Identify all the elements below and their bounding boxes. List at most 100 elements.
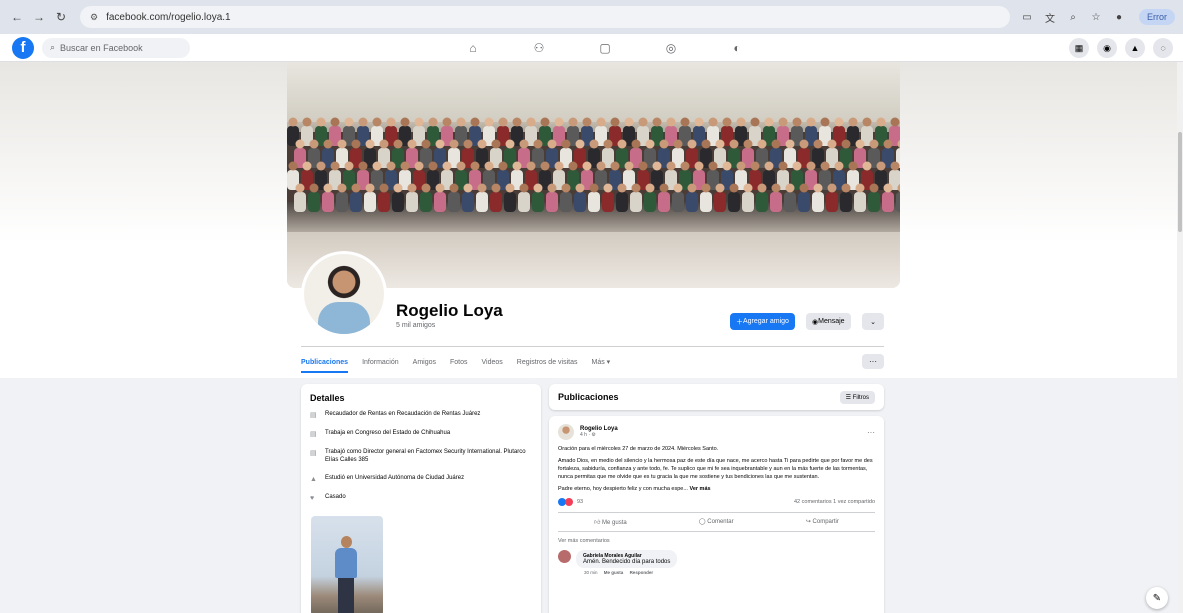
menu-grid-icon[interactable]: ▦ bbox=[1069, 38, 1089, 58]
groups-icon[interactable]: ◎ bbox=[638, 41, 704, 55]
tab-publicaciones[interactable]: Publicaciones bbox=[301, 359, 349, 373]
post-options-icon[interactable]: ··· bbox=[867, 428, 875, 437]
profile-icon[interactable]: ● bbox=[1112, 10, 1126, 24]
detail-item: ▤ Trabajó como Director general en Facto… bbox=[310, 449, 532, 465]
reactions-bar: 93 42 comentarios 1 vez compartido bbox=[558, 497, 875, 506]
post-paragraph: Amado Dios, en medio del silencio y la h… bbox=[558, 457, 873, 480]
comment-like-button[interactable]: Me gusta bbox=[604, 570, 624, 575]
zoom-icon[interactable]: ⌕ bbox=[1066, 10, 1080, 24]
detail-item: ▲ Estudió en Universidad Autónoma de Ciu… bbox=[310, 475, 532, 484]
post-card: Rogelio Loya 4 h · ⚙ ··· Oración para el… bbox=[549, 416, 884, 613]
address-bar[interactable]: ⚙ facebook.com/rogelio.loya.1 bbox=[80, 6, 1010, 28]
detail-text: Estudió en Universidad Autónoma de Ciuda… bbox=[325, 474, 465, 481]
friends-icon[interactable]: ⚇ bbox=[506, 41, 572, 55]
detail-text: Trabaja en Congreso del Estado de Chihua… bbox=[325, 430, 451, 437]
tab-fotos[interactable]: Fotos bbox=[450, 359, 468, 366]
scrollbar[interactable] bbox=[1177, 62, 1183, 613]
tab-informacion[interactable]: Información bbox=[362, 359, 399, 366]
share-button[interactable]: ↪ Compartir bbox=[806, 518, 839, 526]
details-card: Detalles ▤ Recaudador de Rentas en Recau… bbox=[301, 384, 541, 613]
post-actions: 👍︎ Me gusta ◯ Comentar ↪ Compartir bbox=[558, 511, 875, 532]
comment-time: 30 min bbox=[584, 569, 598, 575]
posts-title: Publicaciones bbox=[558, 392, 619, 402]
cover-photo[interactable] bbox=[287, 62, 900, 288]
tabs-more-button[interactable]: ··· bbox=[862, 354, 884, 369]
filter-icon: ☰ bbox=[845, 394, 853, 401]
filters-label: Filtros bbox=[852, 394, 869, 401]
tab-amigos[interactable]: Amigos bbox=[413, 359, 436, 366]
messenger-icon[interactable]: ◉ bbox=[1097, 38, 1117, 58]
tab-videos[interactable]: Videos bbox=[482, 359, 503, 366]
error-button[interactable]: Error bbox=[1139, 9, 1175, 25]
add-friend-button[interactable]: ＋ Agregar amigo bbox=[730, 313, 795, 330]
browser-toolbar: ← → ↻ ⚙ facebook.com/rogelio.loya.1 ▭ 文 … bbox=[0, 0, 1183, 34]
comment-button[interactable]: ◯ Comentar bbox=[699, 518, 734, 526]
detail-text: Recaudador de Rentas en Recaudación de R… bbox=[325, 411, 481, 417]
like-button[interactable]: 👍︎ Me gusta bbox=[594, 518, 627, 526]
home-icon[interactable]: ⌂ bbox=[440, 41, 506, 55]
detail-text: Casado bbox=[325, 493, 346, 500]
post-author-avatar[interactable] bbox=[558, 424, 574, 440]
tab-mas[interactable]: Más ▾ bbox=[592, 358, 611, 366]
account-avatar[interactable]: ◌ bbox=[1153, 38, 1173, 58]
new-message-button[interactable]: ✎ bbox=[1146, 587, 1168, 609]
notifications-icon[interactable]: ▲ bbox=[1125, 38, 1145, 58]
edit-icon: ✎ bbox=[1152, 592, 1162, 604]
love-reaction-icon bbox=[565, 497, 573, 506]
filters-button[interactable]: ☰ Filtros bbox=[839, 390, 875, 404]
message-label: Mensaje bbox=[818, 318, 845, 325]
share-icon: ↪ bbox=[805, 518, 813, 525]
detail-item: ▤ Trabaja en Congreso del Estado de Chih… bbox=[310, 430, 532, 439]
post-paragraph: Oración para el miércoles 27 de marzo de… bbox=[558, 446, 719, 452]
post-text: Oración para el miércoles 27 de marzo de… bbox=[558, 446, 875, 494]
comment: Gabriela Morales Aguilar Amén. Bendecido… bbox=[558, 549, 875, 575]
detail-item: ♥ Casado bbox=[310, 494, 532, 503]
bookmark-star-icon[interactable]: ☆ bbox=[1089, 10, 1103, 24]
chevron-down-icon: ⌄ bbox=[870, 318, 876, 326]
comment-reply-button[interactable]: Responder bbox=[630, 570, 654, 575]
see-more-link[interactable]: Ver más bbox=[689, 486, 710, 492]
add-friend-icon: ＋ bbox=[736, 318, 743, 326]
site-settings-icon[interactable]: ⚙ bbox=[90, 12, 98, 23]
cast-icon[interactable]: ▭ bbox=[1020, 10, 1034, 24]
profile-more-button[interactable]: ⌄ bbox=[862, 313, 884, 330]
briefcase-icon: ▤ bbox=[310, 450, 317, 458]
profile-name: Rogelio Loya bbox=[396, 301, 503, 320]
crowd-image bbox=[287, 117, 900, 212]
url-text: facebook.com/rogelio.loya.1 bbox=[106, 11, 231, 23]
search-placeholder: Buscar en Facebook bbox=[60, 42, 143, 53]
briefcase-icon: ▤ bbox=[310, 412, 317, 419]
gaming-icon[interactable]: ◐ bbox=[704, 41, 770, 55]
view-more-comments[interactable]: Ver más comentarios bbox=[558, 538, 875, 544]
divider bbox=[301, 346, 884, 347]
thumbs-up-icon: 👍︎ bbox=[594, 519, 603, 526]
tab-registros[interactable]: Registros de visitas bbox=[517, 359, 578, 366]
profile-picture[interactable] bbox=[301, 251, 387, 337]
reaction-summary[interactable]: 93 bbox=[558, 497, 583, 506]
briefcase-icon: ▤ bbox=[310, 431, 317, 439]
commenter-avatar[interactable] bbox=[558, 549, 571, 563]
back-icon[interactable]: ← bbox=[8, 8, 26, 26]
forward-icon[interactable]: → bbox=[30, 8, 48, 26]
more-dots-icon: ··· bbox=[869, 357, 877, 366]
reload-icon[interactable]: ↻ bbox=[52, 8, 70, 26]
facebook-topbar: f ⌕ Buscar en Facebook ⌂ ⚇ ▢ ◎ ◐ ▦ ◉ ▲ ◌ bbox=[0, 34, 1183, 62]
detail-item: ▤ Recaudador de Rentas en Recaudación de… bbox=[310, 411, 532, 420]
search-input[interactable]: ⌕ Buscar en Facebook bbox=[42, 37, 190, 58]
heart-icon: ♥ bbox=[310, 494, 315, 502]
post-stats[interactable]: 42 comentarios 1 vez compartido bbox=[794, 499, 875, 505]
detail-text: Trabajó como Director general en Factome… bbox=[325, 449, 526, 463]
profile-tabs: Publicaciones Información Amigos Fotos V… bbox=[301, 350, 624, 374]
translate-icon[interactable]: 文 bbox=[1043, 10, 1057, 25]
post-meta: 4 h · ⚙ bbox=[580, 432, 596, 438]
posts-header: Publicaciones ☰ Filtros bbox=[549, 384, 884, 410]
watch-icon[interactable]: ▢ bbox=[572, 41, 638, 55]
friends-count[interactable]: 5 mil amigos bbox=[396, 322, 435, 329]
featured-photo[interactable] bbox=[311, 516, 383, 613]
facebook-logo[interactable]: f bbox=[12, 36, 34, 59]
graduation-cap-icon: ▲ bbox=[310, 475, 317, 483]
comment-text: Amén. Bendecido día para todos bbox=[583, 558, 671, 565]
details-title: Detalles bbox=[310, 393, 345, 403]
message-button[interactable]: ◉ Mensaje bbox=[806, 313, 851, 330]
post-paragraph: Padre eterno, hoy despierto feliz y con … bbox=[558, 485, 688, 492]
